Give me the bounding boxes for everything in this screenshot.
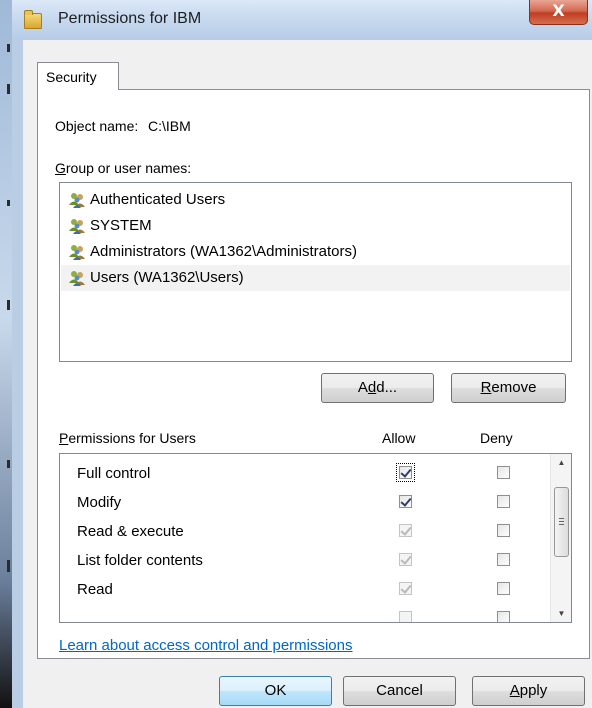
users-group-icon (69, 219, 85, 234)
allow-column-header: Allow (382, 430, 416, 446)
permission-row-partial (60, 605, 548, 622)
permission-row: List folder contents (60, 547, 548, 575)
group-list-item-label: SYSTEM (90, 217, 152, 234)
allow-checkbox (399, 582, 412, 595)
allow-checkbox[interactable] (396, 463, 415, 482)
deny-checkbox[interactable] (497, 553, 510, 566)
scrollbar-thumb[interactable] (554, 487, 569, 557)
window-title: Permissions for IBM (58, 10, 202, 27)
scroll-down-arrow-icon[interactable]: ▼ (551, 605, 571, 622)
close-button[interactable]: X (529, 0, 588, 25)
cancel-button[interactable]: Cancel (343, 676, 456, 706)
folder-icon (24, 10, 42, 29)
permission-name: List folder contents (77, 552, 203, 569)
security-panel: Object name: C:\IBM Group or user names:… (37, 89, 590, 659)
permission-name: Read (77, 581, 113, 598)
allow-checkbox[interactable] (399, 495, 412, 508)
remove-button[interactable]: Remove (451, 373, 566, 403)
object-name-value: C:\IBM (148, 118, 191, 134)
group-list-item-label: Authenticated Users (90, 191, 226, 208)
allow-checkbox (399, 611, 412, 622)
group-list-item[interactable]: Administrators (WA1362\Administrators) (61, 239, 570, 265)
apply-button[interactable]: Apply (472, 676, 585, 706)
scroll-up-arrow-icon[interactable]: ▲ (551, 454, 571, 471)
permission-name: Full control (77, 465, 151, 482)
allow-checkbox (399, 553, 412, 566)
deny-checkbox[interactable] (497, 466, 510, 479)
group-list-item-label: Users (WA1362\Users) (90, 269, 244, 286)
users-group-icon (69, 245, 85, 260)
group-user-listbox[interactable]: Authenticated Users SYSTEM Administrators … (59, 182, 572, 362)
deny-checkbox[interactable] (497, 524, 510, 537)
permission-row: Full control (60, 460, 548, 488)
group-list-item[interactable]: Authenticated Users (61, 187, 570, 213)
deny-checkbox[interactable] (497, 582, 510, 595)
dialog-client-area: Security Object name: C:\IBM Group or us… (23, 40, 592, 708)
permission-row: Read & execute (60, 518, 548, 546)
group-list-item-label: Administrators (WA1362\Administrators) (90, 243, 358, 260)
users-group-icon (69, 193, 85, 208)
ok-button[interactable]: OK (219, 676, 332, 706)
add-button[interactable]: Add... (321, 373, 434, 403)
access-control-help-link[interactable]: Learn about access control and permissio… (59, 637, 353, 654)
deny-checkbox[interactable] (497, 611, 510, 622)
permissions-list[interactable]: Full control Modify Read & execute List fol… (59, 453, 572, 623)
object-name-label: Object name: (55, 118, 139, 134)
allow-checkbox (399, 524, 412, 537)
desktop-edge (0, 0, 12, 708)
tab-security[interactable]: Security (37, 62, 119, 90)
permissions-label: Permissions for Users (59, 430, 196, 446)
permissions-scrollbar[interactable]: ▲ ▼ (550, 454, 571, 622)
group-list-item[interactable]: Users (WA1362\Users) (61, 265, 570, 291)
title-bar[interactable]: Permissions for IBM X (12, 0, 592, 40)
deny-checkbox[interactable] (497, 495, 510, 508)
permission-row: Modify (60, 489, 548, 517)
permission-row: Read (60, 576, 548, 604)
deny-column-header: Deny (480, 430, 513, 446)
permission-name: Read & execute (77, 523, 184, 540)
users-group-icon (69, 271, 85, 286)
group-names-label: Group or user names: (55, 160, 192, 176)
group-list-item[interactable]: SYSTEM (61, 213, 570, 239)
permission-name: Modify (77, 494, 122, 511)
